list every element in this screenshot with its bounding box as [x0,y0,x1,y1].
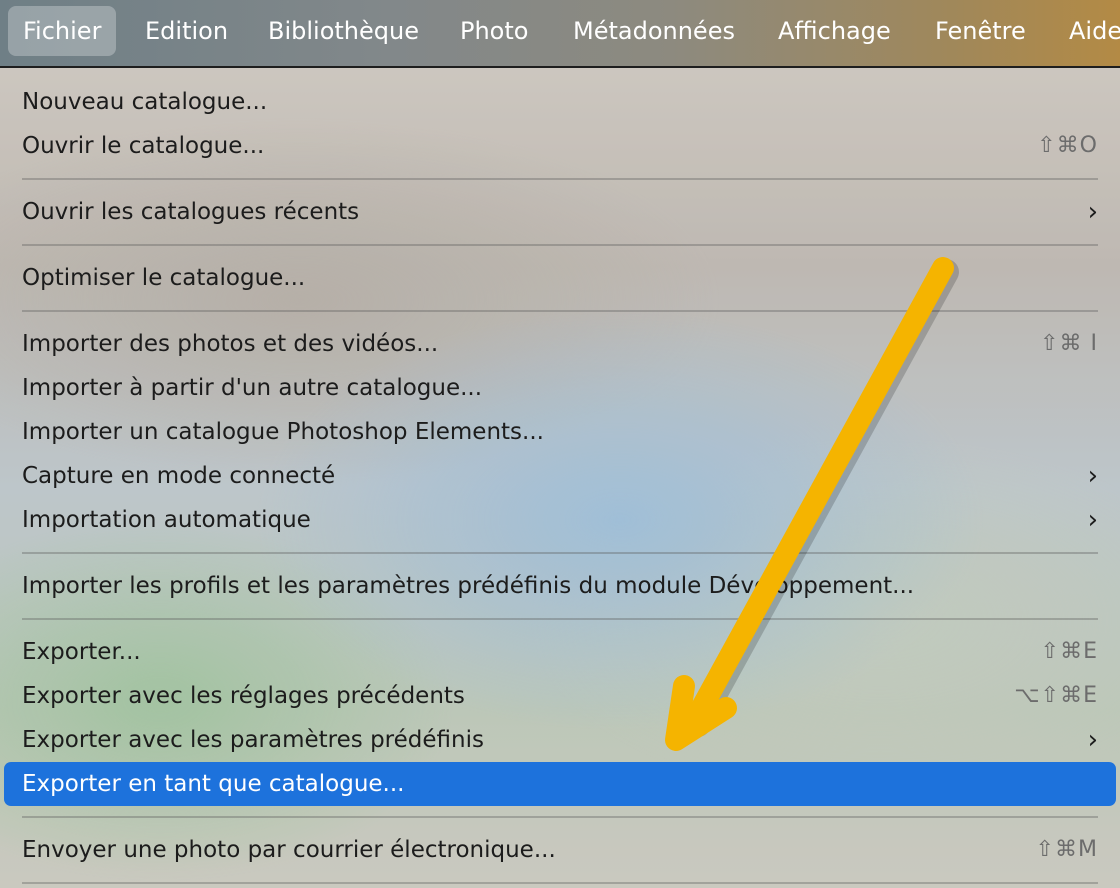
shortcut-label: ⌥⇧⌘E [1014,683,1098,708]
menu-bar: Fichier Edition Bibliothèque Photo Métad… [0,0,1120,68]
menu-item-ouvrir-catalogue[interactable]: Ouvrir le catalogue... ⇧⌘O [4,124,1116,168]
file-menu: Nouveau catalogue... Ouvrir le catalogue… [0,68,1120,888]
menu-item-catalogues-recents[interactable]: Ouvrir les catalogues récents › [4,190,1116,234]
menu-item-exporter-parametres-predefinis[interactable]: Exporter avec les paramètres prédéfinis … [4,718,1116,762]
menu-item-label: Capture en mode connecté [22,463,336,489]
menu-separator [22,618,1098,620]
menu-item-exporter[interactable]: Exporter... ⇧⌘E [4,630,1116,674]
menu-item-label: Optimiser le catalogue... [22,265,306,291]
menu-item-label: Exporter avec les réglages précédents [22,683,465,709]
menu-separator [22,552,1098,554]
menu-item-nouveau-catalogue[interactable]: Nouveau catalogue... [4,80,1116,124]
shortcut-label: ⇧⌘M [1035,837,1098,862]
menu-item-envoyer-photo-courrier[interactable]: Envoyer une photo par courrier électroni… [4,828,1116,872]
menu-item-importer-autre-catalogue[interactable]: Importer à partir d'un autre catalogue..… [4,366,1116,410]
menu-item-label: Ouvrir le catalogue... [22,133,265,159]
menubar-fenetre[interactable]: Fenêtre [920,6,1041,56]
menu-item-label: Importer des photos et des vidéos... [22,331,439,357]
shortcut-label: ⇧⌘O [1037,133,1098,158]
menu-item-importer-photos[interactable]: Importer des photos et des vidéos... ⇧⌘ … [4,322,1116,366]
menu-item-label: Importer les profils et les paramètres p… [22,573,915,599]
chevron-right-icon: › [1087,505,1098,535]
menubar-metadonnees[interactable]: Métadonnées [558,6,750,56]
menu-item-importation-automatique[interactable]: Importation automatique › [4,498,1116,542]
chevron-right-icon: › [1087,461,1098,491]
menu-item-importer-profils[interactable]: Importer les profils et les paramètres p… [4,564,1116,608]
menu-item-exporter-reglages-precedents[interactable]: Exporter avec les réglages précédents ⌥⇧… [4,674,1116,718]
menu-separator [22,178,1098,180]
menu-item-label: Nouveau catalogue... [22,89,268,115]
menu-separator [22,310,1098,312]
menu-item-label: Exporter... [22,639,141,665]
menubar-affichage[interactable]: Affichage [763,6,906,56]
menu-item-label: Importation automatique [22,507,311,533]
menubar-edition[interactable]: Edition [130,6,243,56]
chevron-right-icon: › [1087,197,1098,227]
shortcut-label: ⇧⌘ I [1040,331,1098,356]
menu-item-capture-connecte[interactable]: Capture en mode connecté › [4,454,1116,498]
menubar-photo[interactable]: Photo [445,6,543,56]
menu-item-label: Importer un catalogue Photoshop Elements… [22,419,544,445]
menu-item-exporter-catalogue[interactable]: Exporter en tant que catalogue... [4,762,1116,806]
menu-item-label: Exporter avec les paramètres prédéfinis [22,727,484,753]
menu-separator [22,816,1098,818]
shortcut-label: ⇧⌘E [1040,639,1098,664]
menu-item-optimiser-catalogue[interactable]: Optimiser le catalogue... [4,256,1116,300]
menubar-fichier[interactable]: Fichier [8,6,117,56]
menu-separator [22,882,1098,884]
menu-item-label: Ouvrir les catalogues récents [22,199,360,225]
menubar-aide[interactable]: Aide [1054,6,1120,56]
menu-item-importer-photoshop-elements[interactable]: Importer un catalogue Photoshop Elements… [4,410,1116,454]
menu-item-label: Importer à partir d'un autre catalogue..… [22,375,483,401]
menu-item-label: Envoyer une photo par courrier électroni… [22,837,556,863]
menubar-bibliotheque[interactable]: Bibliothèque [253,6,434,56]
menu-item-label: Exporter en tant que catalogue... [22,771,405,797]
chevron-right-icon: › [1087,725,1098,755]
menu-separator [22,244,1098,246]
